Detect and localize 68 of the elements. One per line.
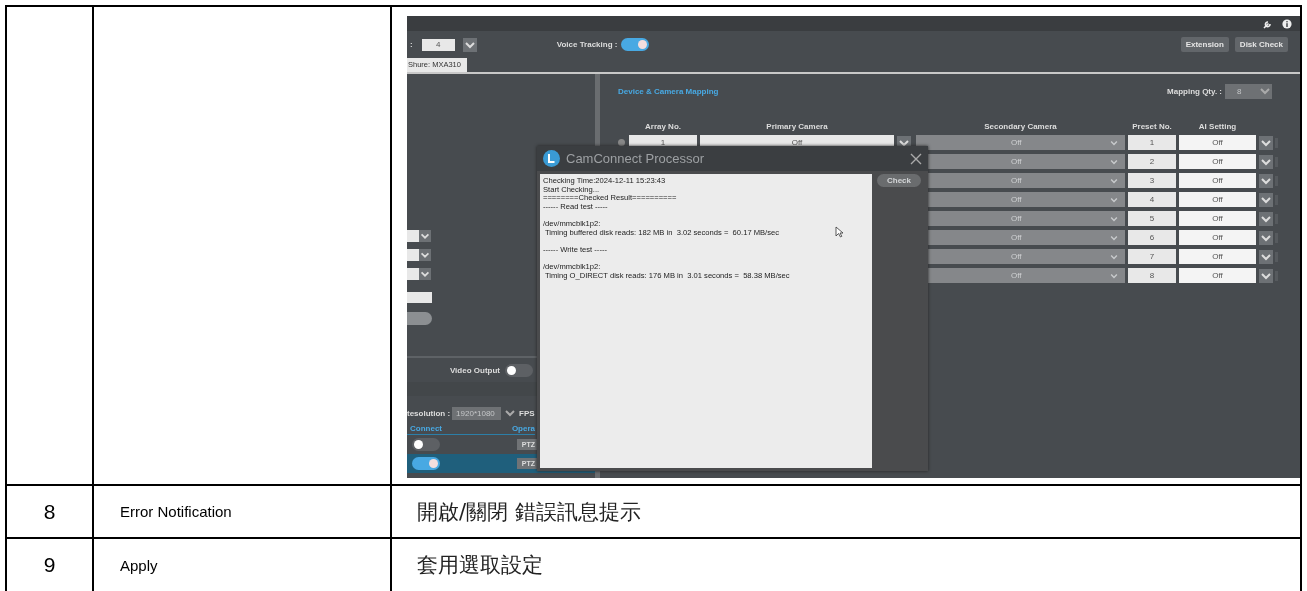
preset-cell: 2 <box>1128 154 1176 169</box>
chevron-icon[interactable] <box>462 37 477 52</box>
chevron-icon[interactable] <box>1259 154 1273 169</box>
wrench-icon[interactable] <box>1263 18 1273 29</box>
ai-select[interactable]: Off <box>1179 268 1256 283</box>
fps-label: FPS <box>519 408 535 418</box>
section-title: Device & Camera Mapping <box>618 86 719 96</box>
close-icon[interactable] <box>910 152 922 165</box>
input-field[interactable] <box>407 292 432 303</box>
column-header: Primary Camera <box>765 122 829 131</box>
preset-cell: 6 <box>1128 230 1176 245</box>
cursor-icon <box>835 226 844 238</box>
chevron-icon[interactable] <box>419 268 431 280</box>
ai-select[interactable]: Off <box>1179 154 1256 169</box>
preset-cell: 3 <box>1128 173 1176 188</box>
ai-select[interactable]: Off <box>1179 173 1256 188</box>
chevron-icon[interactable] <box>419 230 431 242</box>
select-field[interactable] <box>407 249 419 261</box>
connect-toggle[interactable] <box>412 438 440 451</box>
connect-toggle[interactable] <box>412 457 440 470</box>
toolbar-button[interactable]: Disk Check <box>1234 37 1288 52</box>
chevron-icon[interactable] <box>419 249 431 261</box>
column-header: AI Setting <box>1197 122 1238 131</box>
ai-select[interactable]: Off <box>1179 249 1256 264</box>
column-header: Preset No. <box>1131 122 1173 131</box>
column-header: Secondary Camera <box>983 122 1058 131</box>
row-number: 8 <box>7 486 94 539</box>
log-area[interactable] <box>540 174 872 468</box>
mapping-qty-label: Mapping Qty. : <box>1167 86 1222 96</box>
video-output-label: Video Output <box>449 365 500 375</box>
chevron-icon[interactable] <box>1259 211 1273 226</box>
select-field[interactable]: 4 <box>421 38 455 51</box>
pill-button[interactable] <box>407 312 432 325</box>
preset-cell: 8 <box>1128 268 1176 283</box>
video-output-toggle[interactable] <box>505 363 533 377</box>
dialog-title: CamConnect Processor <box>566 151 704 166</box>
ai-select[interactable]: Off <box>1179 211 1256 226</box>
chevron-icon[interactable] <box>1259 135 1273 150</box>
logo-icon <box>543 150 560 167</box>
preset-cell: 4 <box>1128 192 1176 207</box>
select-field[interactable] <box>407 268 419 280</box>
column-header: Connect <box>410 424 442 434</box>
chevron-icon[interactable] <box>1259 268 1273 283</box>
preset-cell: 1 <box>1128 135 1176 150</box>
item-description: 開啟/關閉 錯誤訊息提示 <box>392 486 1302 539</box>
voice-tracking-toggle[interactable] <box>621 38 650 51</box>
ai-select[interactable]: Off <box>1179 135 1256 150</box>
chevron-icon[interactable] <box>1259 192 1273 207</box>
preset-cell: 7 <box>1128 249 1176 264</box>
row-number: 9 <box>7 539 94 591</box>
chevron-icon[interactable] <box>1259 249 1273 264</box>
item-name: Error Notification <box>94 486 392 539</box>
chevron-icon[interactable] <box>1259 230 1273 245</box>
status-dot <box>618 139 625 146</box>
item-name: Apply <box>94 539 392 591</box>
ai-select[interactable]: Off <box>1179 192 1256 207</box>
ai-select[interactable]: Off <box>1179 230 1256 245</box>
select-field[interactable] <box>407 230 419 242</box>
preset-cell: 5 <box>1128 211 1176 226</box>
voice-tracking-label: Voice Tracking : <box>556 40 618 49</box>
chevron-icon[interactable] <box>1259 173 1273 188</box>
resolution-label: tesolution : <box>407 408 451 418</box>
column-header: Array No. <box>644 122 682 131</box>
info-icon[interactable] <box>1282 18 1292 29</box>
toolbar-button[interactable]: Extension <box>1180 37 1229 52</box>
column-header: Opera <box>511 424 535 434</box>
field-label: : <box>410 40 413 49</box>
item-description: 套用選取設定 <box>392 539 1302 591</box>
